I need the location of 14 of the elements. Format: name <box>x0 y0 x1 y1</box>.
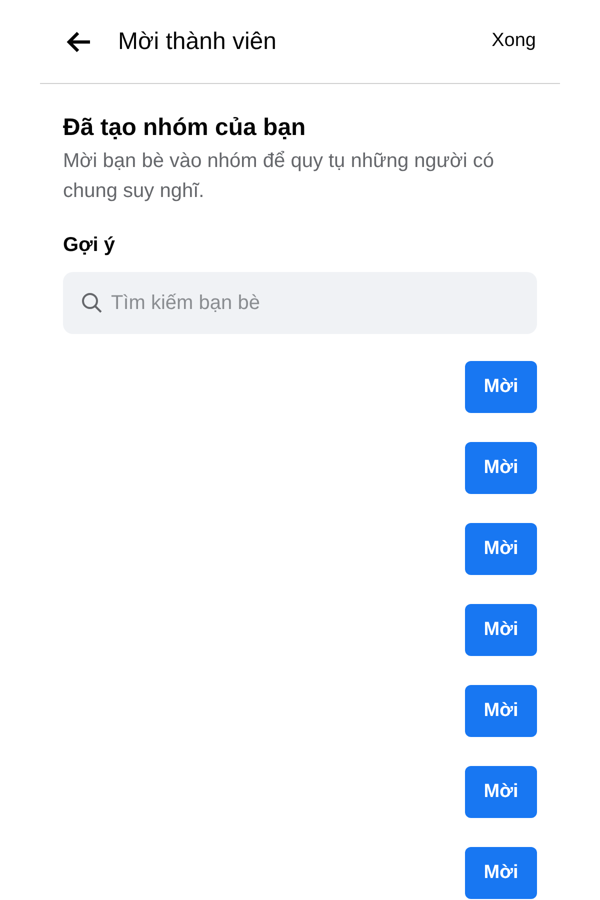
description: Mời bạn bè vào nhóm để quy tụ những người có chung suy nghĩ. <box>63 149 496 204</box>
invite-button[interactable]: Mời <box>465 766 537 818</box>
done-button[interactable]: Xong <box>492 27 536 56</box>
invite-button[interactable]: Mời <box>465 847 537 899</box>
heading: Đã tạo nhóm của bạn <box>63 113 307 143</box>
invite-button[interactable]: Mời <box>465 604 537 656</box>
invite-button[interactable]: Mời <box>465 523 537 575</box>
section-label: Gợi ý <box>63 233 116 258</box>
invite-button[interactable]: Mời <box>465 442 537 494</box>
search-field[interactable]: Tìm kiếm bạn bè <box>63 272 537 334</box>
page-title: Mời thành viên <box>118 26 278 56</box>
back-arrow-icon[interactable] <box>66 30 92 52</box>
invite-button[interactable]: Mời <box>465 685 537 737</box>
invite-button[interactable]: Mời <box>465 361 537 413</box>
